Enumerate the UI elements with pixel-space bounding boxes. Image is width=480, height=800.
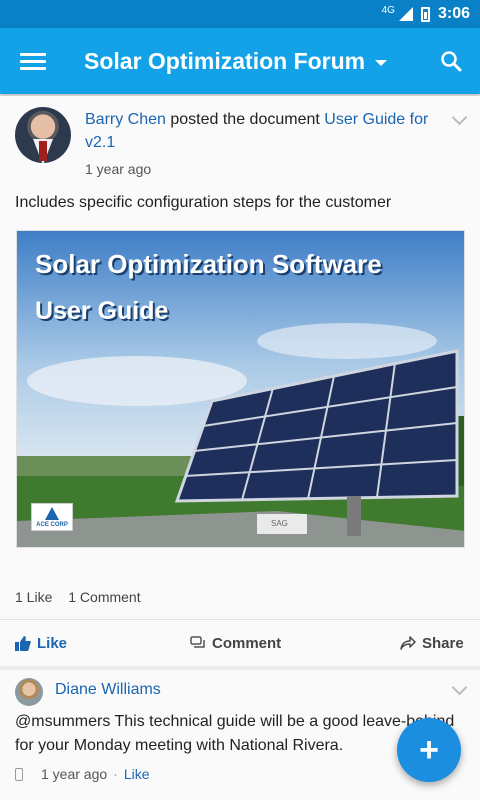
author-link[interactable]: Barry Chen	[85, 111, 166, 128]
ace-corp-logo: ACE CORP	[31, 503, 73, 531]
engagement-counts: 1 Like 1 Comment	[15, 589, 153, 605]
app-bar: Solar Optimization Forum	[0, 28, 480, 94]
image-title: Solar Optimization Software	[35, 249, 382, 279]
comment-author-link[interactable]: Diane Williams	[55, 681, 161, 699]
post-card: Barry Chen posted the document User Guid…	[0, 96, 480, 666]
share-button[interactable]: Share	[400, 635, 464, 652]
signal-icon	[398, 7, 413, 21]
document-preview[interactable]: Solar Optimization Software User Guide A…	[16, 230, 465, 548]
comment-count[interactable]: 1 Comment	[68, 589, 140, 605]
comment-like-link[interactable]: Like	[124, 766, 150, 782]
share-icon	[400, 636, 416, 650]
post-actions: Like Comment Share	[0, 622, 480, 664]
share-label: Share	[422, 634, 464, 652]
like-count[interactable]: 1 Like	[15, 589, 52, 605]
mobile-device-icon	[15, 767, 23, 781]
network-type: 4G	[381, 4, 395, 16]
compose-fab-button[interactable]: +	[397, 718, 461, 782]
thumbs-up-icon	[15, 635, 31, 651]
plus-icon: +	[419, 730, 439, 769]
image-subtitle: User Guide	[35, 297, 169, 325]
separator-dot: ·	[113, 766, 118, 782]
comment-meta: 1 year ago · Like	[15, 766, 150, 782]
status-time: 3:06	[437, 5, 470, 22]
status-bar: 4G 3:06	[0, 0, 480, 28]
avatar[interactable]	[15, 107, 71, 163]
comment-button[interactable]: Comment	[190, 635, 281, 652]
comment-timestamp: 1 year ago	[41, 766, 108, 782]
post-description: Includes specific configuration steps fo…	[15, 194, 392, 211]
divider	[0, 619, 480, 620]
search-icon[interactable]	[440, 50, 462, 72]
post-header: Barry Chen posted the document User Guid…	[85, 108, 435, 154]
avatar[interactable]	[15, 678, 43, 706]
like-button[interactable]: Like	[15, 635, 67, 652]
dropdown-caret-icon[interactable]	[375, 59, 388, 66]
image-sign-text: SAG	[271, 519, 288, 528]
battery-icon	[420, 6, 430, 22]
like-label: Like	[37, 634, 68, 652]
post-action-text: posted the document	[170, 111, 320, 128]
comment-icon	[190, 636, 205, 648]
chevron-down-icon[interactable]	[451, 109, 468, 126]
post-timestamp: 1 year ago	[85, 161, 152, 177]
menu-icon[interactable]	[20, 49, 46, 74]
comment-label: Comment	[212, 634, 282, 652]
chevron-down-icon[interactable]	[451, 679, 468, 696]
forum-title[interactable]: Solar Optimization Forum	[84, 48, 365, 75]
